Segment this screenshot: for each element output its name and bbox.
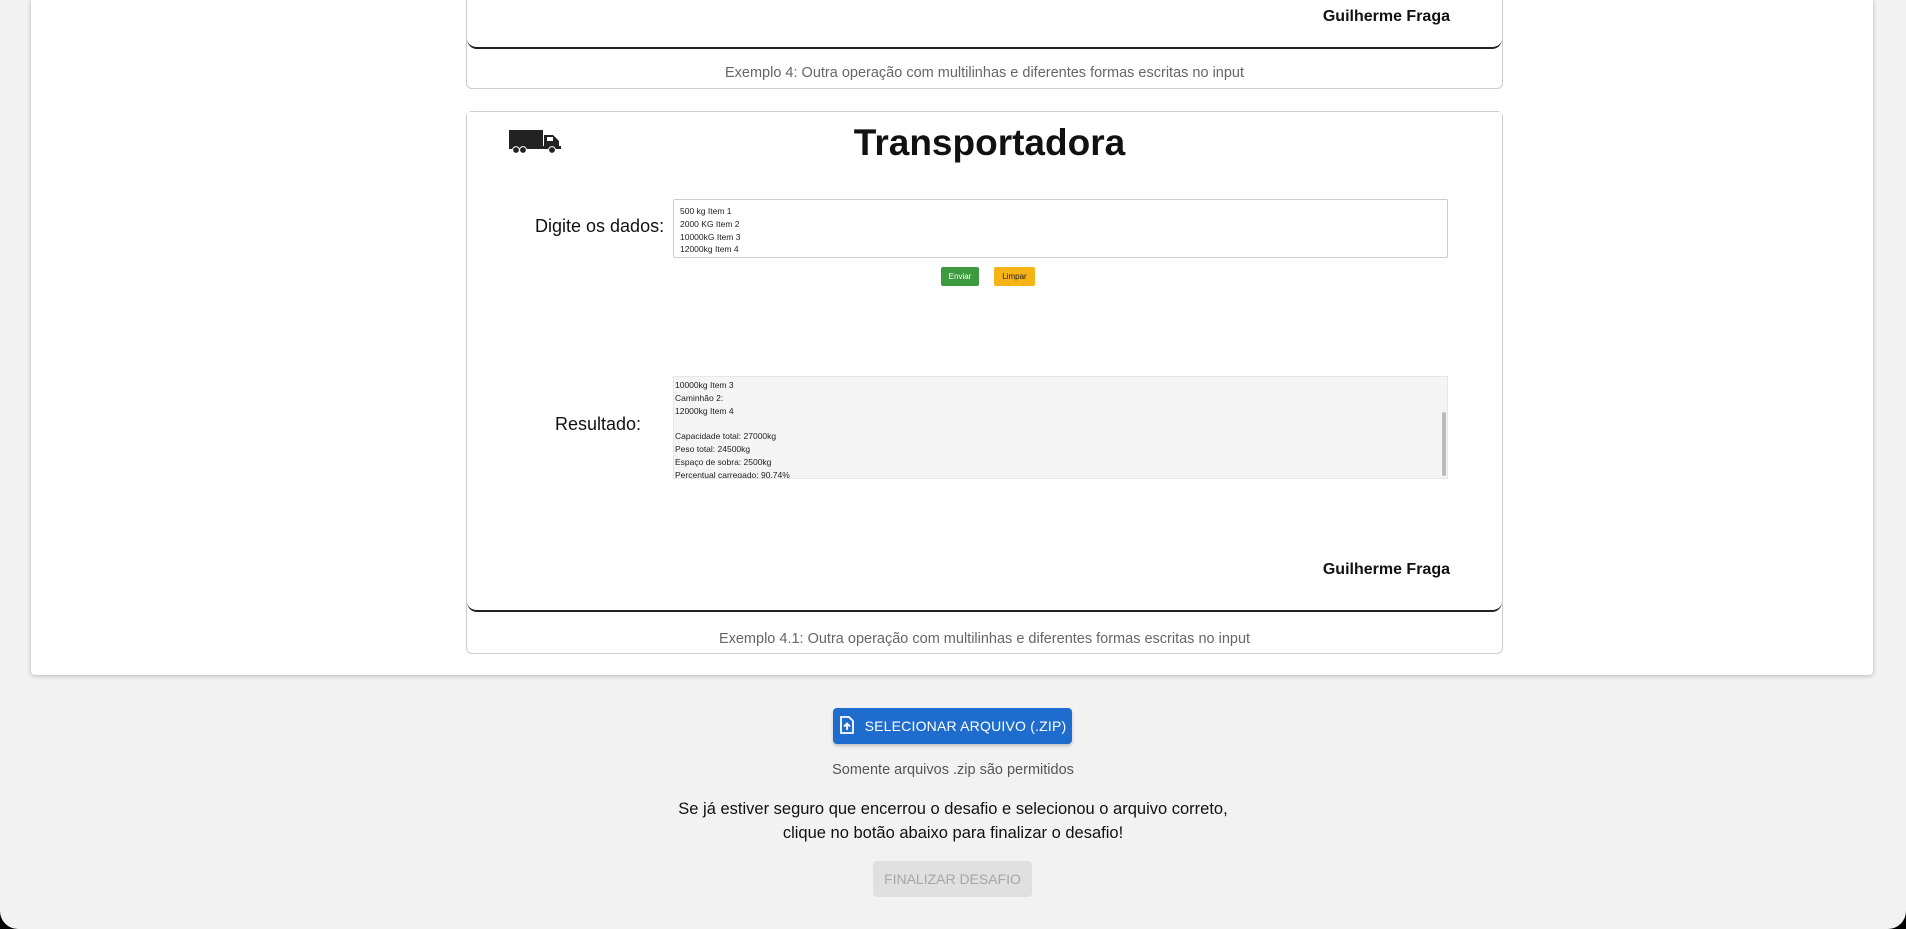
select-zip-file-button[interactable]: SELECIONAR ARQUIVO (.ZIP): [833, 708, 1072, 744]
file-upload-icon: [839, 715, 855, 737]
input-label: Digite os dados:: [535, 216, 665, 236]
result-line: 10000kg Item 3: [675, 380, 734, 390]
result-line: 12000kg Item 4: [675, 405, 734, 416]
data-input[interactable]: 500 kg Item 1 2000 KG Item 2 10000kG Ite…: [673, 199, 1448, 258]
result-line: Percentual carregado: 90.74%: [675, 469, 790, 479]
figure-caption: Exemplo 4.1: Outra operação com multilin…: [718, 631, 1251, 647]
figure-caption: Exemplo 4: Outra operação com multilinha…: [724, 65, 1245, 81]
example-4-screenshot: Guilherme Fraga: [467, 0, 1502, 49]
select-zip-file-label: SELECIONAR ARQUIVO (.ZIP): [864, 718, 1067, 734]
browser-viewport: Guilherme Fraga Exemplo 4: Outra operaçã…: [0, 0, 1906, 929]
challenge-content-card: Guilherme Fraga Exemplo 4: Outra operaçã…: [31, 0, 1873, 675]
finish-challenge-button: FINALIZAR DESAFIO: [873, 861, 1032, 897]
result-scrollbar[interactable]: [1440, 377, 1446, 478]
confirmation-line-2: clique no botão abaixo para finalizar o …: [782, 824, 1124, 842]
app-title: Transportadora: [853, 122, 1126, 163]
clear-button[interactable]: Limpar: [994, 267, 1035, 286]
send-button[interactable]: Enviar: [941, 267, 979, 286]
result-line: Capacidade total: 27000kg: [675, 431, 777, 442]
result-label: Resultado:: [555, 414, 642, 434]
example-4-1-screenshot: Transportadora Digite os dados: 500 kg I…: [467, 112, 1502, 612]
result-line: Caminhão 2:: [675, 392, 724, 403]
example-4-1-figure: Transportadora Digite os dados: 500 kg I…: [466, 111, 1503, 654]
zip-only-hint: Somente arquivos .zip são permitidos: [832, 762, 1074, 778]
example-4-figure: Guilherme Fraga Exemplo 4: Outra operaçã…: [466, 0, 1503, 89]
confirmation-line-1: Se já estiver seguro que encerrou o desa…: [678, 800, 1228, 818]
author-name: Guilherme Fraga: [1322, 8, 1450, 25]
author-name: Guilherme Fraga: [1322, 561, 1450, 578]
result-output[interactable]: 10000kg Item 3 Caminhão 2: 12000kg Item 4 C…: [673, 376, 1448, 479]
result-line: [675, 417, 1447, 430]
result-line: Peso total: 24500kg: [675, 443, 751, 454]
finish-confirmation-text: Se já estiver seguro que encerrou o desa…: [0, 797, 1906, 845]
scroll-thumb[interactable]: [1442, 412, 1446, 476]
result-text: 10000kg Item 3 Caminhão 2: 12000kg Item 4 C…: [674, 377, 1447, 479]
result-line: Espaço de sobra: 2500kg: [675, 456, 772, 467]
